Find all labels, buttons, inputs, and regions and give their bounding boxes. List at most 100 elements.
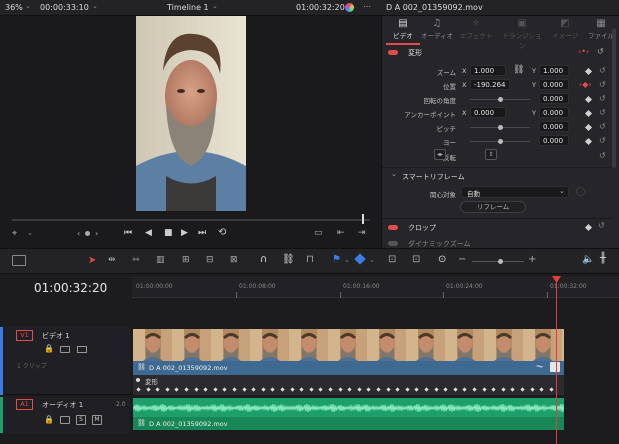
- keyframe-dot[interactable]: [213, 387, 218, 392]
- select-arrow-icon[interactable]: ➤: [88, 255, 96, 266]
- keyframe-dot[interactable]: [529, 387, 535, 392]
- keyframe-dot[interactable]: [299, 387, 304, 392]
- keyframe-dot[interactable]: [155, 387, 160, 392]
- keyframe-dot[interactable]: [357, 387, 362, 392]
- chevron-down-icon[interactable]: ⌄: [25, 2, 31, 10]
- keyframe-dot[interactable]: [405, 387, 410, 392]
- color-wheel-icon[interactable]: [345, 3, 354, 12]
- mute-button[interactable]: M: [92, 415, 102, 425]
- audio-track-name[interactable]: オーディオ 1: [42, 400, 83, 410]
- skip-back-icon[interactable]: ⏮: [124, 228, 132, 238]
- reset-icon[interactable]: ↺: [599, 151, 606, 160]
- zoom-full-icon[interactable]: ⊡: [388, 254, 396, 265]
- keyframe-dot[interactable]: [462, 387, 468, 392]
- pitch-field[interactable]: 0.000: [539, 121, 569, 132]
- scrubber-handle[interactable]: [362, 214, 364, 224]
- playhead[interactable]: [556, 276, 557, 444]
- reset-icon[interactable]: ↺: [599, 108, 606, 117]
- keyframe-dot[interactable]: [203, 387, 208, 392]
- reset-icon[interactable]: ↺: [597, 47, 604, 56]
- keyframe-dot[interactable]: [261, 387, 266, 392]
- keyframe-dot[interactable]: [501, 387, 506, 392]
- auto-select-icon[interactable]: [60, 346, 70, 353]
- keyframe-dot[interactable]: [395, 387, 400, 392]
- monitor-icon[interactable]: [77, 346, 87, 353]
- keyframe-dot[interactable]: [270, 387, 276, 392]
- keyframe-dot[interactable]: [453, 387, 458, 392]
- keyframe-dot[interactable]: [222, 387, 228, 392]
- keyframe-diamond-icon[interactable]: [584, 95, 593, 104]
- reset-icon[interactable]: ↺: [598, 221, 605, 230]
- speaker-icon[interactable]: 🔈: [582, 254, 594, 265]
- tab-transition[interactable]: ▣ トランジション: [500, 18, 544, 50]
- pitch-slider[interactable]: [470, 125, 530, 130]
- more-options-icon[interactable]: ⋯: [363, 2, 371, 11]
- level-meter-icon[interactable]: ╫: [600, 253, 606, 264]
- keyframe-dot[interactable]: [433, 387, 439, 392]
- chevron-down-icon[interactable]: ⌄: [212, 2, 218, 10]
- anchor-y-field[interactable]: 0.000: [539, 107, 569, 118]
- jog-right-icon[interactable]: ›: [95, 229, 98, 238]
- keyframe-dot[interactable]: [385, 387, 391, 392]
- reset-icon[interactable]: ↺: [599, 94, 606, 103]
- solo-button[interactable]: S: [76, 415, 86, 425]
- tab-effects[interactable]: ✧ エフェクト: [457, 18, 495, 44]
- chevron-down-icon[interactable]: ⌄: [391, 170, 397, 178]
- keyframe-dot[interactable]: [337, 387, 343, 392]
- keyframe-dot[interactable]: [366, 387, 372, 392]
- transform-enable-toggle[interactable]: [388, 50, 398, 55]
- keyframe-diamond-icon[interactable]: [584, 123, 593, 132]
- lock-icon[interactable]: 🔒: [44, 344, 54, 353]
- keyframe-dot[interactable]: [280, 387, 285, 392]
- reframe-button[interactable]: リフレーム: [460, 201, 526, 213]
- slider-knob[interactable]: [498, 259, 503, 264]
- keyframe-dot[interactable]: [520, 387, 525, 392]
- zoom-x-field[interactable]: 1.000: [470, 65, 506, 76]
- anchor-x-field[interactable]: 0.000: [470, 107, 506, 118]
- yaw-slider[interactable]: [470, 139, 530, 144]
- match-frame-icon[interactable]: ▭: [314, 228, 323, 238]
- keyframe-dot[interactable]: [232, 387, 237, 392]
- lock-icon[interactable]: 🔒: [44, 415, 54, 424]
- rotation-slider[interactable]: [470, 97, 530, 102]
- slider-knob[interactable]: [498, 125, 503, 130]
- crop-enable-toggle[interactable]: [388, 225, 398, 230]
- timeline-name[interactable]: Timeline 1: [167, 3, 209, 12]
- keyframe-dot[interactable]: [136, 387, 141, 392]
- keyframe-diamond-icon[interactable]: [584, 67, 593, 76]
- chevron-down-icon[interactable]: ⌄: [92, 2, 98, 10]
- replace-clip-icon[interactable]: ⊠: [230, 255, 238, 265]
- chevron-down-icon[interactable]: ⌄: [344, 256, 350, 264]
- flip-horizontal-icon[interactable]: ◂▸: [434, 149, 446, 160]
- tab-video[interactable]: ▤ ビデオ: [384, 18, 422, 44]
- slider-knob[interactable]: [498, 97, 503, 102]
- object-dropdown[interactable]: 自動 ⌄: [461, 186, 569, 198]
- zoom-custom-icon[interactable]: ⊙: [438, 254, 446, 265]
- keyframe-dot[interactable]: [309, 387, 314, 392]
- audio-clip[interactable]: ⛓ D A 002_01359092.mov: [133, 398, 564, 430]
- keyframe-dot[interactable]: [165, 387, 170, 392]
- chevron-down-icon[interactable]: ⌄: [27, 229, 33, 237]
- reset-icon[interactable]: ↺: [599, 66, 606, 75]
- flip-vertical-icon[interactable]: ⇕: [485, 149, 497, 160]
- keyframe-toggle-icon[interactable]: [550, 362, 560, 372]
- keyframe-dot[interactable]: [472, 387, 477, 392]
- slider-knob[interactable]: [498, 139, 503, 144]
- jog-left-icon[interactable]: ‹: [77, 229, 80, 238]
- keyframe-dot[interactable]: [414, 387, 420, 392]
- zoom-out-icon[interactable]: −: [458, 254, 466, 265]
- keyframe-dot[interactable]: [491, 387, 496, 392]
- keyframe-dot[interactable]: [539, 387, 544, 392]
- keyframe-dot[interactable]: [328, 387, 333, 392]
- v1-track-id[interactable]: V1: [16, 330, 33, 341]
- chevron-down-icon[interactable]: ⌄: [369, 256, 375, 264]
- keyframe-dot[interactable]: [424, 387, 429, 392]
- loop-icon[interactable]: ⟲: [218, 227, 226, 238]
- prev-edit-icon[interactable]: ⇤: [337, 228, 345, 238]
- insert-clip-icon[interactable]: ⊞: [182, 255, 190, 265]
- position-y-field[interactable]: 0.000: [539, 79, 569, 90]
- auto-select-icon[interactable]: [60, 416, 70, 424]
- keyframe-dot[interactable]: [241, 387, 247, 392]
- zoom-y-field[interactable]: 1.000: [539, 65, 569, 76]
- dynamic-trim-icon[interactable]: ⇿: [132, 255, 140, 265]
